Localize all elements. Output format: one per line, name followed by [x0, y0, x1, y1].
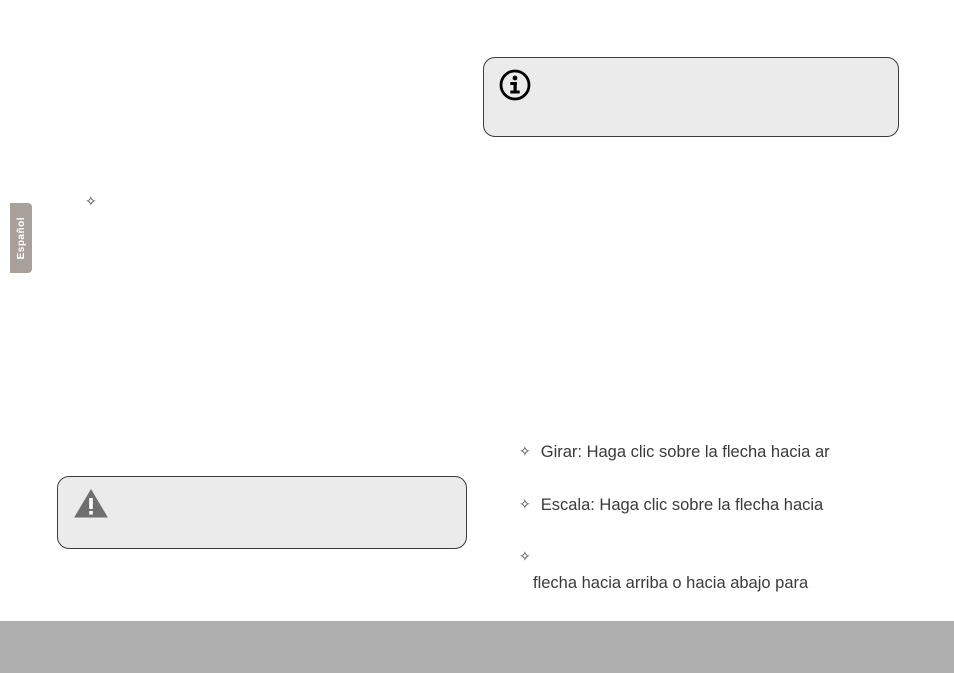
warning-icon [72, 487, 110, 526]
right-list-item-1: ✧ Girar: Haga clic sobre la flecha hacia… [519, 441, 919, 463]
right-list-item-3: ✧ [519, 546, 919, 566]
warning-note-box [57, 476, 467, 549]
right-list-item-3-text-line2: flecha hacia arriba o hacia abajo para [533, 574, 808, 593]
info-note-box [483, 57, 899, 137]
diamond-icon: ✧ [519, 494, 531, 514]
document-page: Español ✧ ✧ Girar: Haga cl [0, 0, 954, 673]
right-list-item-2: ✧ Escala: Haga clic sobre la flecha haci… [519, 494, 919, 516]
language-tab[interactable]: Español [10, 203, 32, 273]
left-list-item-1: ✧ [85, 191, 107, 211]
right-list-item-1-text: Girar: Haga clic sobre la flecha hacia a… [541, 441, 830, 463]
diamond-icon: ✧ [519, 546, 531, 566]
diamond-icon: ✧ [519, 441, 531, 461]
diamond-icon: ✧ [85, 191, 97, 211]
footer-bar [0, 621, 954, 673]
right-list-item-2-text: Escala: Haga clic sobre la flecha hacia [541, 494, 823, 516]
info-icon [498, 68, 532, 107]
language-tab-label: Español [16, 217, 27, 259]
